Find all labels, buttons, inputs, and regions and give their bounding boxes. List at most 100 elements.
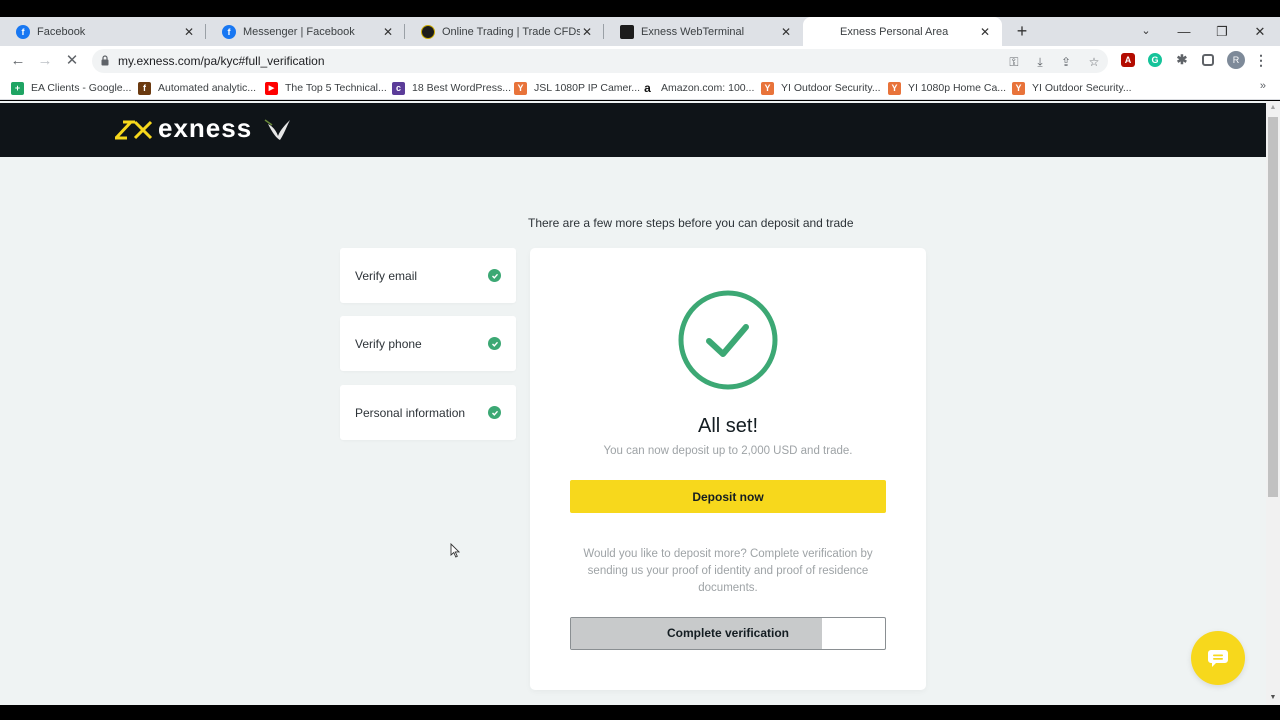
bookmark-item[interactable]: Y YI Outdoor Security... [761, 80, 881, 96]
browser-menu-icon[interactable]: ⋮ [1254, 53, 1268, 67]
page-viewport: exness There are a few more steps before… [0, 101, 1266, 705]
card-title: All set! [697, 415, 759, 437]
verification-status-card: All set! You can now deposit up to 2,000… [530, 248, 926, 690]
step-label: Verify email [355, 268, 418, 283]
deposit-limit-message: You can now deposit up to 2,000 USD and … [603, 445, 853, 457]
forward-button[interactable]: → [35, 51, 55, 71]
bookmark-label: JSL 1080P IP Camer... [534, 82, 641, 94]
close-tab-icon[interactable]: ✕ [580, 25, 594, 39]
lock-icon [101, 55, 109, 66]
bookmark-item[interactable]: ▶ The Top 5 Technical... [265, 80, 387, 96]
exness-logo[interactable]: exness [113, 112, 294, 146]
bookmark-item[interactable]: Y YI 1080p Home Ca... [888, 80, 1006, 96]
tab-title: Exness Personal Area [840, 25, 949, 38]
bookmark-item[interactable]: Y YI Outdoor Security... [1012, 80, 1132, 96]
chat-bubble-icon [1208, 650, 1228, 667]
screen-bottom-bar [0, 705, 1280, 720]
side-panel-icon[interactable] [1202, 54, 1214, 66]
complete-verification-button[interactable]: Complete verification [570, 617, 886, 650]
exness-terminal-icon [620, 24, 634, 39]
yi-icon: Y [761, 81, 774, 95]
bookmark-label: EA Clients - Google... [31, 82, 132, 94]
browser-toolbar: ← → ✕ my.exness.com/pa/kyc#full_verifica… [0, 46, 1280, 76]
url-text[interactable]: my.exness.com/pa/kyc#full_verification [118, 54, 325, 68]
close-tab-icon[interactable]: ✕ [779, 25, 793, 39]
check-circle-icon [488, 337, 501, 350]
bookmark-item[interactable]: a Amazon.com: 100... [641, 80, 754, 96]
yi-icon: Y [514, 81, 527, 95]
scroll-up-arrow[interactable]: ▲ [1266, 101, 1280, 115]
colorlib-icon: c [392, 81, 405, 95]
tab-title: Facebook [37, 25, 86, 38]
complete-verification-description: Would you like to deposit more? Complete… [583, 548, 873, 594]
bookmark-label: The Top 5 Technical... [285, 82, 387, 94]
tab-title: Online Trading | Trade CFDs on C [442, 25, 580, 38]
youtube-icon: ▶ [265, 81, 278, 95]
step-verify-email[interactable]: Verify email [340, 248, 516, 303]
step-verify-phone[interactable]: Verify phone [340, 316, 516, 371]
bookmark-label: YI 1080p Home Ca... [908, 82, 1007, 94]
exness-mark-icon [114, 120, 153, 140]
back-button[interactable]: ← [8, 51, 28, 71]
fx-icon: f [138, 81, 151, 95]
tab-strip: f Facebook ✕ f Messenger | Facebook ✕ On… [0, 17, 1280, 46]
bookmark-item[interactable]: f Automated analytic... [138, 80, 256, 96]
google-sheets-icon: + [11, 81, 24, 95]
scrollbar-thumb[interactable] [1268, 117, 1278, 497]
loading-icon [819, 25, 833, 39]
page-subtitle: There are a few more steps before you ca… [528, 216, 854, 230]
bookmark-label: YI Outdoor Security... [781, 82, 881, 94]
bookmark-star-icon[interactable]: ☆ [1086, 54, 1102, 70]
success-check-icon [678, 290, 778, 390]
tab-search-button[interactable]: ⌄ [1128, 17, 1164, 46]
new-tab-button[interactable]: + [1012, 17, 1032, 46]
button-label: Complete verification [666, 626, 790, 640]
profile-avatar[interactable]: R [1227, 51, 1245, 69]
restore-button[interactable]: ❐ [1204, 17, 1240, 46]
address-bar[interactable]: my.exness.com/pa/kyc#full_verification ⚿… [92, 49, 1108, 73]
bookmarks-overflow-button[interactable]: » [1260, 80, 1266, 92]
bookmark-label: Amazon.com: 100... [661, 82, 755, 94]
acrobat-extension-icon[interactable]: A [1121, 53, 1135, 67]
bookmark-label: YI Outdoor Security... [1032, 82, 1132, 94]
deposit-now-button[interactable]: Deposit now [570, 480, 886, 513]
yi-icon: Y [1012, 81, 1025, 95]
install-app-icon[interactable]: ⤓ [1032, 54, 1048, 70]
step-personal-information[interactable]: Personal information [340, 385, 516, 440]
live-chat-button[interactable] [1191, 631, 1245, 685]
close-tab-icon[interactable]: ✕ [182, 25, 196, 39]
brand-name: exness [158, 112, 253, 143]
tab-title: Exness WebTerminal [641, 25, 745, 38]
key-icon[interactable]: ⚿ [1006, 54, 1022, 70]
exness-icon [421, 24, 435, 39]
bookmark-label: Automated analytic... [158, 82, 257, 94]
yi-icon: Y [888, 81, 901, 95]
window-close-button[interactable]: ✕ [1242, 17, 1278, 46]
bookmark-item[interactable]: Y JSL 1080P IP Camer... [514, 80, 640, 96]
tab-facebook[interactable]: f Facebook ✕ [0, 17, 206, 46]
site-header: exness [0, 103, 1266, 157]
tab-webterminal[interactable]: Exness WebTerminal ✕ [604, 17, 803, 46]
tab-personal-area[interactable]: Exness Personal Area ✕ [803, 17, 1002, 46]
stop-loading-button[interactable]: ✕ [62, 51, 82, 71]
close-tab-icon[interactable]: ✕ [381, 25, 395, 39]
bookmark-label: 18 Best WordPress... [412, 82, 512, 94]
check-circle-icon [488, 406, 501, 419]
share-icon[interactable]: ⇪ [1058, 54, 1074, 70]
facebook-icon: f [16, 24, 30, 39]
tab-title: Messenger | Facebook [243, 25, 355, 38]
bookmark-item[interactable]: c 18 Best WordPress... [392, 80, 511, 96]
check-circle-icon [488, 269, 501, 282]
scroll-down-arrow[interactable]: ▼ [1266, 691, 1280, 705]
bookmark-item[interactable]: + EA Clients - Google... [11, 80, 131, 96]
dove-icon [264, 119, 291, 140]
page-scrollbar[interactable]: ▲ ▼ [1266, 101, 1280, 705]
bookmarks-bar: + EA Clients - Google... f Automated ana… [0, 76, 1280, 100]
facebook-icon: f [222, 24, 236, 39]
extensions-puzzle-icon[interactable]: ✱ [1175, 53, 1189, 67]
close-tab-icon[interactable]: ✕ [978, 25, 992, 39]
minimize-button[interactable]: — [1166, 17, 1202, 46]
grammarly-extension-icon[interactable]: G [1148, 53, 1162, 67]
tab-messenger[interactable]: f Messenger | Facebook ✕ [206, 17, 405, 46]
tab-online-trading[interactable]: Online Trading | Trade CFDs on C ✕ [405, 17, 604, 46]
